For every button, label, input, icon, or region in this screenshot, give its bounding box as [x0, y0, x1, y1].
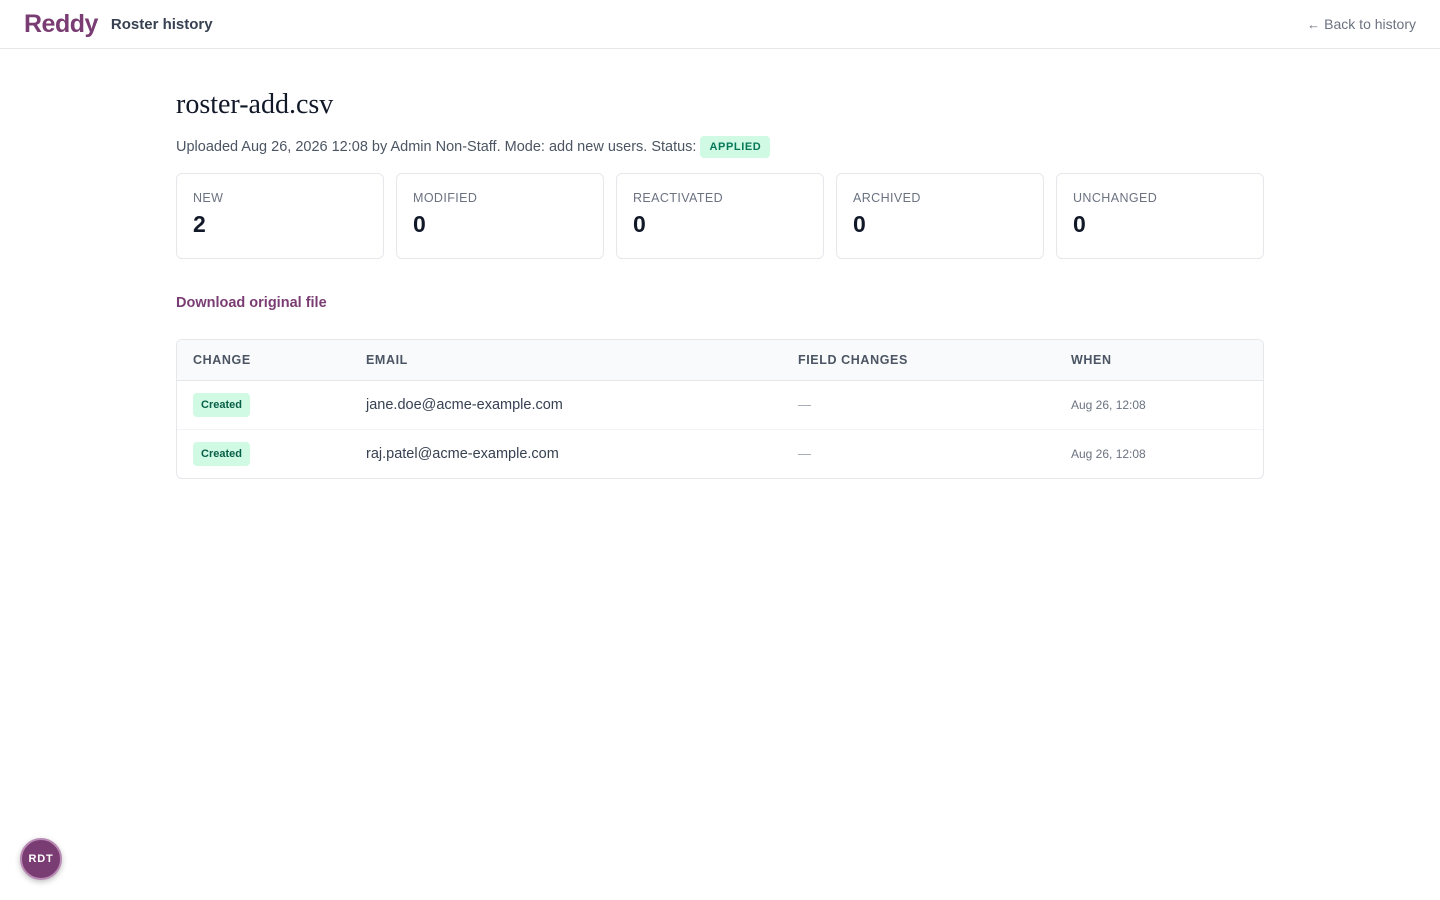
stat-card-modified: MODIFIED 0	[396, 173, 604, 259]
change-cell: Created	[177, 380, 350, 429]
header-title: Roster history	[110, 15, 213, 33]
stats-row: NEW 2 MODIFIED 0 REACTIVATED 0 ARCHIVED …	[176, 173, 1264, 259]
arrow-left-icon: ←	[1307, 16, 1321, 32]
stat-value: 0	[413, 211, 426, 237]
field-changes-value: —	[798, 396, 811, 412]
stat-card-archived: ARCHIVED 0	[836, 173, 1044, 259]
stat-value: 0	[853, 211, 866, 237]
when-value: Aug 26, 12:08	[1071, 446, 1146, 461]
change-badge: Created	[193, 392, 250, 417]
back-to-history-link[interactable]: ← Back to history	[1307, 16, 1416, 32]
change-cell: Created	[177, 428, 350, 478]
when-value: Aug 26, 12:08	[1071, 397, 1146, 412]
field-changes-value: —	[798, 445, 811, 461]
email-cell: jane.doe@acme-example.com	[366, 396, 563, 413]
stat-card-new: NEW 2	[176, 173, 384, 259]
when-cell: Aug 26, 12:08	[1055, 380, 1263, 429]
table-row: Created jane.doe@acme-example.com — Aug …	[177, 380, 1263, 429]
column-header-change: CHANGE	[177, 340, 350, 381]
upload-meta: Uploaded Aug 26, 2026 12:08 by Admin Non…	[176, 135, 1264, 159]
back-to-history-label: Back to history	[1324, 16, 1416, 32]
field-changes-cell: —	[782, 380, 1055, 429]
stat-label: NEW	[193, 191, 224, 205]
brand-logo[interactable]: Reddy	[24, 10, 98, 39]
page-title: roster-add.csv	[176, 89, 334, 120]
main-content: roster-add.csv Uploaded Aug 26, 2026 12:…	[176, 49, 1264, 479]
change-badge: Created	[193, 441, 250, 466]
column-header-field-changes: FIELD CHANGES	[782, 340, 1055, 381]
user-avatar-button[interactable]: RDT	[20, 838, 62, 880]
stat-label: UNCHANGED	[1073, 191, 1158, 205]
status-badge: APPLIED	[700, 136, 771, 158]
table-header-row: CHANGE EMAIL FIELD CHANGES WHEN	[177, 340, 1263, 381]
column-header-when: WHEN	[1055, 340, 1263, 381]
top-bar: Reddy Roster history ← Back to history	[0, 0, 1440, 49]
stat-value: 2	[193, 211, 206, 237]
stat-label: ARCHIVED	[853, 191, 921, 205]
upload-meta-text: Uploaded Aug 26, 2026 12:08 by Admin Non…	[176, 139, 697, 155]
table-row: Created raj.patel@acme-example.com — Aug…	[177, 428, 1263, 478]
when-cell: Aug 26, 12:08	[1055, 428, 1263, 478]
download-original-file-link[interactable]: Download original file	[176, 295, 327, 311]
field-changes-cell: —	[782, 428, 1055, 478]
stat-label: MODIFIED	[413, 191, 478, 205]
stat-card-reactivated: REACTIVATED 0	[616, 173, 824, 259]
email-cell: raj.patel@acme-example.com	[350, 428, 782, 478]
stat-label: REACTIVATED	[633, 191, 724, 205]
stat-card-unchanged: UNCHANGED 0	[1056, 173, 1264, 259]
changes-table: CHANGE EMAIL FIELD CHANGES WHEN Created …	[176, 339, 1264, 479]
column-header-email: EMAIL	[350, 340, 782, 381]
stat-value: 0	[1073, 211, 1086, 237]
stat-value: 0	[633, 211, 646, 237]
